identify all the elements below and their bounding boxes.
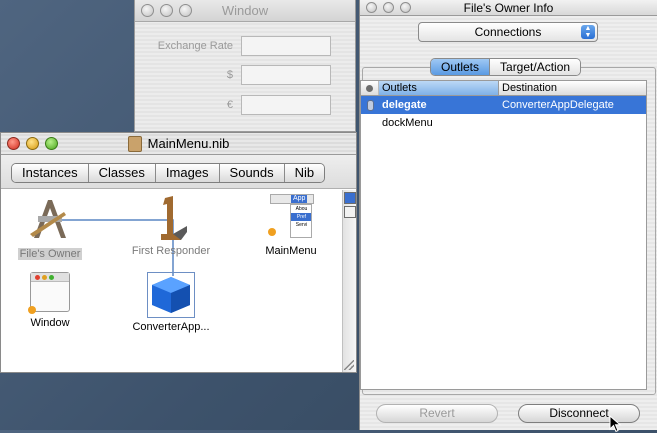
view-mode-bar [342,190,356,372]
dollar-label: $ [226,69,233,81]
euro-row: € [135,95,355,115]
tab-sounds[interactable]: Sounds [218,164,284,182]
nib-zoom-button[interactable] [45,137,58,150]
menu-preview-app: App [291,195,308,203]
menu-icon: App Abou Pref Servi [266,194,316,242]
menu-preview-item: Pref [291,213,311,221]
info-minimize-button[interactable] [383,2,394,13]
files-owner-icon [30,200,66,238]
exchange-rate-row: Exchange Rate [135,36,355,56]
table-row[interactable]: delegate ConverterAppDelegate [361,96,646,114]
tab-nib[interactable]: Nib [283,164,325,182]
connection-indicator-icon [366,84,373,92]
exchange-rate-field[interactable] [241,36,331,56]
background-window-titlebar[interactable]: Window [135,0,355,22]
zoom-button[interactable] [179,4,192,17]
menu-preview-item: Abou [295,206,308,212]
warning-badge-icon [28,306,36,314]
revert-button[interactable]: Revert [376,404,498,423]
inspector-popup-value: Connections [474,25,542,39]
outlet-name: dockMenu [382,117,433,129]
inspector-popup[interactable]: Connections ▲ ▼ [418,22,598,42]
popup-arrows-icon: ▲ ▼ [581,25,595,39]
tab-classes[interactable]: Classes [87,164,155,182]
column-outlets-header[interactable]: Outlets [379,81,499,95]
info-panel-titlebar[interactable]: File's Owner Info [360,0,657,16]
info-panel-title: File's Owner Info [463,1,554,15]
mouse-pointer-icon [609,415,622,433]
tab-images[interactable]: Images [154,164,219,182]
warning-badge-icon [268,228,276,236]
window-icon [28,272,72,314]
table-row[interactable]: dockMenu [361,114,646,132]
outlet-destination: ConverterAppDelegate [502,99,614,111]
minimize-button[interactable] [160,4,173,17]
list-view-button[interactable] [343,206,356,218]
outlet-destination [499,114,646,132]
first-responder-item[interactable]: First Responder [121,194,221,257]
nib-minimize-button[interactable] [26,137,39,150]
menu-preview-item: Servi [295,222,308,228]
icon-view-button[interactable] [343,192,356,204]
nib-tabs: Instances Classes Images Sounds Nib [11,163,326,183]
info-panel: File's Owner Info Connections ▲ ▼ Outlets… [359,0,657,433]
info-close-button[interactable] [366,2,377,13]
item-label: File's Owner [17,248,83,260]
item-label: First Responder [131,245,211,257]
converter-app-delegate-item[interactable]: ConverterApp... [121,272,221,333]
outlets-table: Outlets Destination delegate ConverterAp… [360,80,647,390]
selection-frame [147,272,195,318]
instances-view: File's Owner First Responder App Abou Pr… [1,190,342,372]
exchange-rate-label: Exchange Rate [157,40,233,52]
outlets-table-header: Outlets Destination [361,81,646,96]
nib-window-titlebar[interactable]: MainMenu.nib [1,133,356,155]
nib-close-button[interactable] [7,137,20,150]
item-label: Window [30,317,70,329]
column-status-header[interactable] [361,81,379,95]
euro-label: € [226,99,233,111]
resize-handle[interactable] [344,360,354,370]
window-title: Window [221,3,269,18]
mainmenu-item[interactable]: App Abou Pref Servi MainMenu [241,194,341,257]
nib-toolbar: Instances Classes Images Sounds Nib [1,155,356,189]
dollar-row: $ [135,65,355,85]
nib-window-title: MainMenu.nib [147,136,230,151]
tab-outlets[interactable]: Outlets [431,59,490,75]
tab-instances[interactable]: Instances [12,164,88,182]
nib-window: MainMenu.nib Instances Classes Images So… [0,132,357,373]
item-label: MainMenu [265,245,317,257]
background-window: Window Exchange Rate $ € [134,0,356,132]
info-zoom-button[interactable] [400,2,411,13]
window-item[interactable]: Window [0,272,100,329]
nib-file-icon [127,135,142,152]
close-button[interactable] [141,4,154,17]
files-owner-item[interactable]: File's Owner [0,194,100,260]
item-label: ConverterApp... [132,321,210,333]
cube-icon [152,277,190,313]
outlets-action-switch: Outlets Target/Action [430,58,582,76]
outlet-name: delegate [382,99,427,111]
dollar-field[interactable] [241,65,331,85]
first-responder-icon [161,196,187,240]
euro-field[interactable] [241,95,331,115]
tab-target-action[interactable]: Target/Action [489,59,581,75]
connected-plug-icon [366,99,374,111]
column-destination-header[interactable]: Destination [499,81,646,95]
